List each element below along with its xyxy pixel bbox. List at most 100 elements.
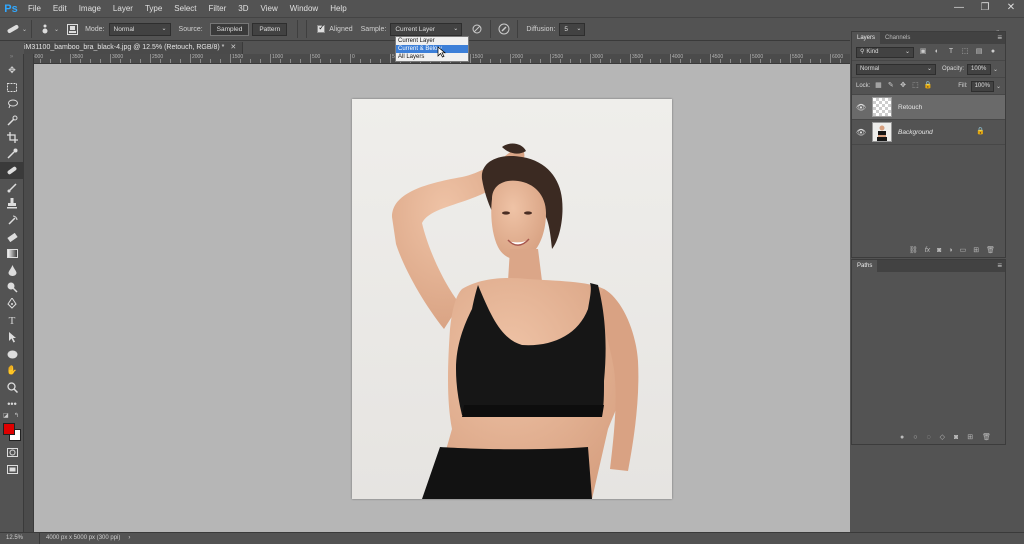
menu-edit[interactable]: Edit bbox=[47, 0, 73, 17]
restore-button[interactable]: ❐ bbox=[972, 0, 998, 17]
crop-tool-icon[interactable] bbox=[0, 129, 24, 146]
pixel-layer-filter-icon[interactable]: ▣ bbox=[918, 47, 928, 57]
sample-option-current-layer[interactable]: Current Layer bbox=[396, 37, 468, 45]
quick-mask-icon[interactable] bbox=[0, 444, 24, 461]
shape-layer-filter-icon[interactable]: ⬚ bbox=[960, 47, 970, 57]
more-tools-icon[interactable]: ••• bbox=[0, 396, 24, 413]
menu-image[interactable]: Image bbox=[73, 0, 107, 17]
type-tool-icon[interactable]: T bbox=[0, 312, 24, 329]
tab-layers[interactable]: Layers bbox=[852, 32, 881, 44]
screen-mode-icon[interactable] bbox=[0, 461, 24, 478]
lock-image-icon[interactable]: ✎ bbox=[887, 81, 895, 91]
layer-row-retouch[interactable]: 👁 Retouch bbox=[852, 95, 1005, 120]
document-canvas[interactable] bbox=[352, 99, 672, 499]
mode-select[interactable]: Normal ⌄ bbox=[108, 22, 171, 36]
menu-filter[interactable]: Filter bbox=[203, 0, 233, 17]
menu-view[interactable]: View bbox=[255, 0, 284, 17]
menu-file[interactable]: File bbox=[22, 0, 47, 17]
default-colors-icon[interactable]: ◪ bbox=[3, 412, 9, 419]
preset-chevron-icon[interactable]: ⌄ bbox=[22, 26, 27, 33]
opacity-input[interactable]: 100% bbox=[967, 63, 992, 75]
move-tool-icon[interactable]: ✥ bbox=[0, 62, 24, 79]
healing-brush-tool-preset-icon[interactable] bbox=[4, 20, 22, 38]
menu-3d[interactable]: 3D bbox=[232, 0, 254, 17]
link-layers-icon[interactable]: ⛓ bbox=[909, 246, 918, 254]
sample-select[interactable]: Current Layer ⌄ bbox=[390, 22, 463, 36]
diffusion-select[interactable]: 5 ⌄ bbox=[559, 22, 586, 36]
fill-input[interactable]: 100% bbox=[970, 80, 994, 92]
blend-mode-select[interactable]: Normal ⌄ bbox=[856, 63, 936, 75]
history-brush-tool-icon[interactable] bbox=[0, 212, 24, 229]
menu-type[interactable]: Type bbox=[139, 0, 168, 17]
brush-tool-icon[interactable] bbox=[0, 179, 24, 196]
source-pattern-button[interactable]: Pattern bbox=[252, 22, 288, 36]
filter-toggle-icon[interactable]: ● bbox=[988, 47, 998, 57]
dodge-tool-icon[interactable] bbox=[0, 279, 24, 296]
new-path-icon[interactable]: ⊞ bbox=[967, 433, 973, 441]
clone-stamp-tool-icon[interactable] bbox=[0, 196, 24, 213]
menu-window[interactable]: Window bbox=[284, 0, 324, 17]
healing-brush-tool-icon[interactable] bbox=[0, 162, 24, 179]
document-info[interactable]: 4000 px x 5000 px (300 ppi) bbox=[40, 533, 120, 544]
layer-row-background[interactable]: 👁 Background 🔒 bbox=[852, 120, 1005, 145]
swap-colors-icon[interactable]: ↰ bbox=[14, 412, 19, 419]
sample-option-all-layers[interactable]: All Layers bbox=[396, 53, 468, 61]
clone-source-panel-icon[interactable] bbox=[63, 20, 81, 38]
blur-tool-icon[interactable] bbox=[0, 262, 24, 279]
gradient-tool-icon[interactable] bbox=[0, 246, 24, 263]
lock-artboard-icon[interactable]: ⬚ bbox=[911, 81, 919, 91]
panel-menu-icon[interactable]: ≡ bbox=[997, 33, 1002, 42]
eyedropper-tool-icon[interactable] bbox=[0, 145, 24, 162]
load-selection-icon[interactable]: ◌ bbox=[926, 434, 930, 441]
shape-tool-icon[interactable] bbox=[0, 346, 24, 363]
menu-select[interactable]: Select bbox=[168, 0, 202, 17]
pressure-size-icon[interactable] bbox=[495, 20, 513, 38]
visibility-eye-icon[interactable]: 👁 bbox=[852, 128, 870, 137]
menu-layer[interactable]: Layer bbox=[107, 0, 139, 17]
tab-channels[interactable]: Channels bbox=[880, 32, 915, 44]
layer-style-icon[interactable]: fx bbox=[925, 247, 930, 254]
brush-size-chevron-icon[interactable]: ⌄ bbox=[54, 26, 59, 33]
menu-help[interactable]: Help bbox=[324, 0, 352, 17]
minimize-button[interactable]: — bbox=[946, 0, 972, 17]
type-layer-filter-icon[interactable]: T bbox=[946, 47, 956, 57]
close-tab-icon[interactable]: ✕ bbox=[230, 42, 236, 54]
eraser-tool-icon[interactable] bbox=[0, 229, 24, 246]
hand-tool-icon[interactable]: ✋ bbox=[0, 362, 24, 379]
canvas-workspace[interactable] bbox=[34, 64, 850, 532]
lock-all-icon[interactable]: 🔒 bbox=[924, 81, 933, 91]
tab-paths[interactable]: Paths bbox=[852, 260, 878, 272]
foreground-color-swatch[interactable] bbox=[3, 423, 15, 436]
lock-position-icon[interactable]: ✥ bbox=[899, 81, 907, 91]
adjustment-layer-filter-icon[interactable]: ◐ bbox=[932, 47, 942, 57]
quick-selection-tool-icon[interactable] bbox=[0, 112, 24, 129]
make-work-path-icon[interactable]: ◇ bbox=[940, 433, 945, 441]
aligned-checkbox[interactable] bbox=[317, 23, 326, 33]
fill-path-icon[interactable]: ● bbox=[900, 434, 904, 441]
sample-option-current-and-below[interactable]: Current & Below bbox=[396, 45, 468, 53]
chevron-down-icon[interactable]: ⌄ bbox=[993, 66, 998, 73]
ignore-adjustment-layers-icon[interactable] bbox=[468, 20, 486, 38]
delete-layer-icon[interactable]: 🗑 bbox=[986, 246, 995, 254]
add-mask-icon[interactable]: ◙ bbox=[937, 247, 941, 254]
visibility-eye-icon[interactable]: 👁 bbox=[852, 103, 870, 112]
new-layer-icon[interactable]: ⊞ bbox=[973, 246, 979, 254]
marquee-tool-icon[interactable] bbox=[0, 79, 24, 96]
kind-filter-select[interactable]: ⚲ Kind ⌄ bbox=[856, 46, 914, 58]
path-selection-tool-icon[interactable] bbox=[0, 329, 24, 346]
close-button[interactable]: ✕ bbox=[998, 0, 1024, 17]
new-group-icon[interactable]: ▭ bbox=[960, 246, 967, 254]
panel-menu-icon[interactable]: ≡ bbox=[997, 261, 1002, 270]
adjustment-layer-icon[interactable]: ◑ bbox=[948, 247, 952, 254]
stroke-path-icon[interactable]: ○ bbox=[913, 434, 917, 441]
brush-size-icon[interactable] bbox=[36, 20, 54, 38]
chevron-down-icon[interactable]: ⌄ bbox=[996, 83, 1001, 90]
smart-object-filter-icon[interactable]: ▤ bbox=[974, 47, 984, 57]
add-mask-icon[interactable]: ◙ bbox=[954, 434, 958, 441]
zoom-level[interactable]: 12.5% bbox=[0, 533, 40, 544]
status-arrow-icon[interactable]: › bbox=[120, 533, 130, 544]
delete-path-icon[interactable]: 🗑 bbox=[982, 433, 991, 441]
lock-transparent-icon[interactable]: ▦ bbox=[874, 81, 882, 91]
source-sampled-button[interactable]: Sampled bbox=[209, 22, 250, 36]
zoom-tool-icon[interactable] bbox=[0, 379, 24, 396]
